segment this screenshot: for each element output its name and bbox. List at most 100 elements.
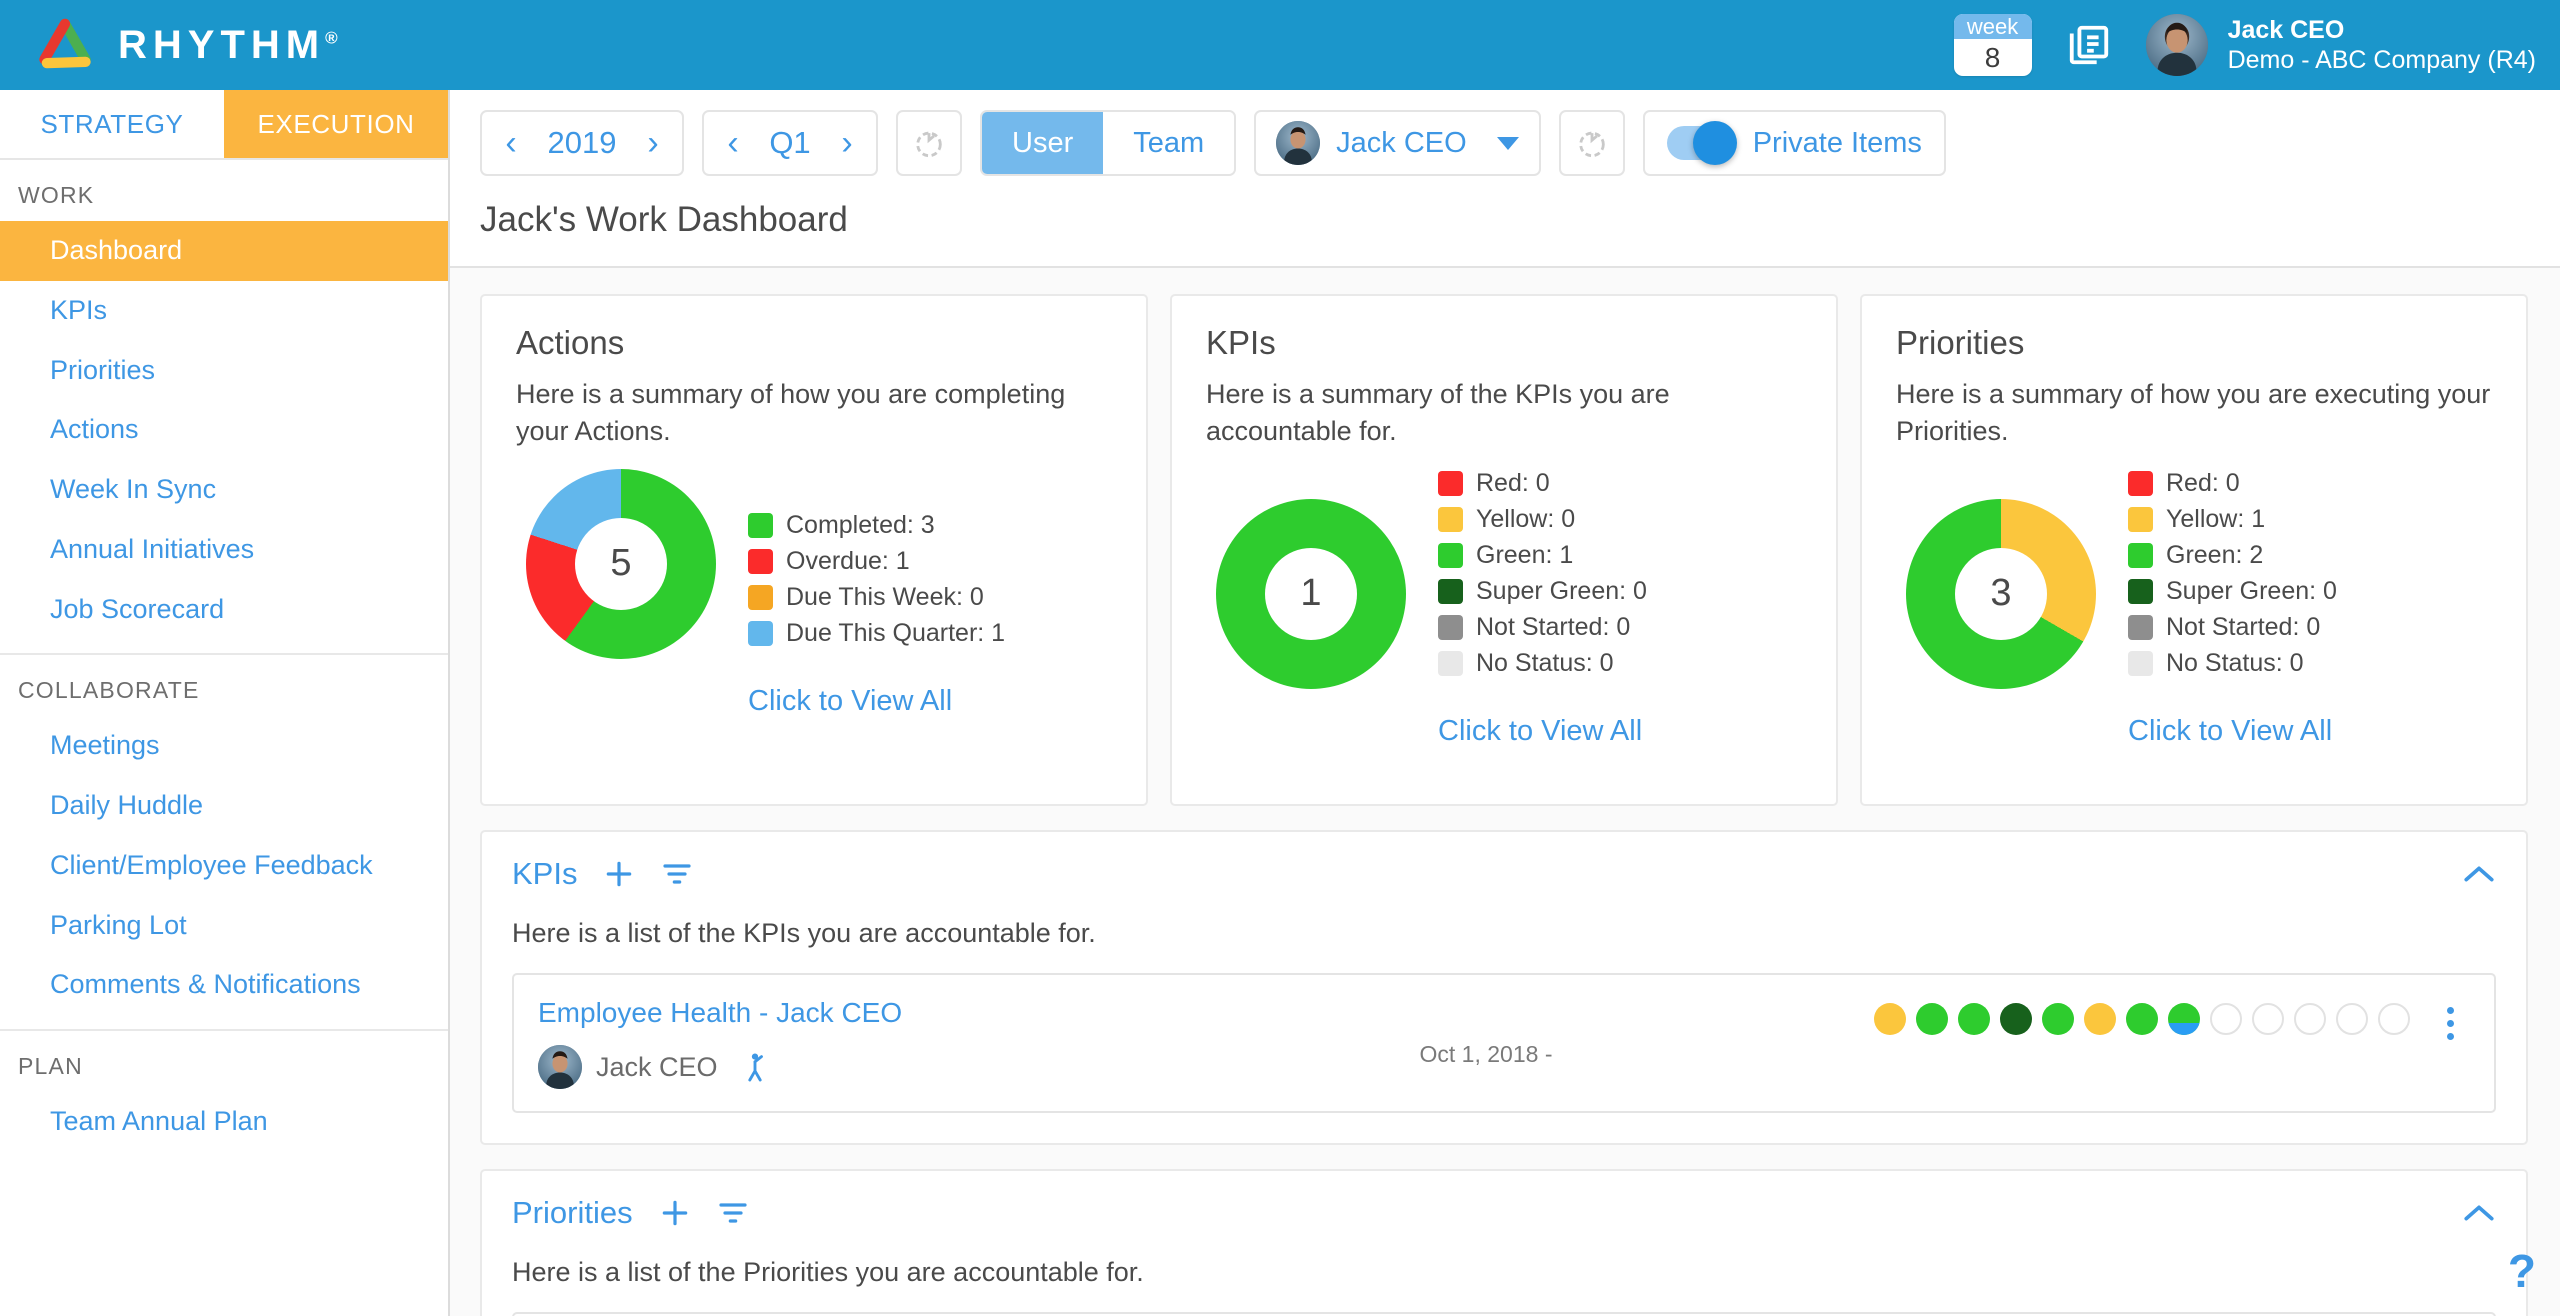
year-prev-chevron-left-icon[interactable]: ‹: [500, 126, 522, 160]
sidebar-item-client-employee-feedback[interactable]: Client/Employee Feedback: [0, 836, 448, 896]
quarter-stepper[interactable]: ‹ Q1 ›: [702, 110, 878, 176]
sidebar-item-week-in-sync[interactable]: Week In Sync: [0, 460, 448, 520]
status-dot-yellow[interactable]: [2084, 1003, 2116, 1035]
priorities-legend: Red: 0 Yellow: 1 Green: 2 Super Green: 0…: [2106, 469, 2492, 689]
status-dot-empty[interactable]: [2336, 1003, 2368, 1035]
sidebar-item-priorities[interactable]: Priorities: [0, 341, 448, 401]
sidebar-item-annual-initiatives[interactable]: Annual Initiatives: [0, 520, 448, 580]
priorities-summary-card: Priorities Here is a summary of how you …: [1860, 294, 2528, 806]
quarter-prev-chevron-left-icon[interactable]: ‹: [722, 126, 744, 160]
status-dot-empty[interactable]: [2252, 1003, 2284, 1035]
sidebar-item-comments-notifications[interactable]: Comments & Notifications: [0, 955, 448, 1015]
filter-icon[interactable]: [717, 1199, 749, 1227]
help-icon[interactable]: ?: [2508, 1248, 2536, 1294]
filter-icon[interactable]: [661, 860, 693, 888]
year-next-chevron-right-icon[interactable]: ›: [642, 126, 664, 160]
actions-summary-card: Actions Here is a summary of how you are…: [480, 294, 1148, 806]
legend-swatch-super-green: [1438, 578, 1463, 604]
priorities-card-body: 3 Red: 0 Yellow: 1 Green: 2 Super Green:…: [1896, 469, 2492, 689]
user-menu[interactable]: Jack CEO Demo - ABC Company (R4): [2145, 14, 2536, 76]
main-area: ‹ 2019 › ‹ Q1 › User Team Jack CEO Priva…: [450, 90, 2560, 1316]
priorities-panel-title[interactable]: Priorities: [512, 1195, 633, 1231]
week-badge[interactable]: week 8: [1953, 14, 2032, 76]
status-dot-empty[interactable]: [2210, 1003, 2242, 1035]
legend-swatch-red: [1438, 470, 1463, 496]
status-dot-yellow[interactable]: [1874, 1003, 1906, 1035]
person-rollup-icon[interactable]: [742, 1051, 768, 1083]
chevron-up-icon[interactable]: [2462, 863, 2496, 885]
refresh-button-secondary[interactable]: [1558, 110, 1625, 176]
priorities-view-all-link[interactable]: Click to View All: [2128, 715, 2332, 748]
kpi-list-item[interactable]: Employee Health - Jack CEO Jack CEO Oct …: [512, 973, 2496, 1113]
legend-label-not-started: Not Started: 0: [2166, 612, 2321, 641]
priorities-card-footer: Click to View All: [1896, 689, 2492, 748]
status-dot-green-current[interactable]: [2168, 1003, 2200, 1035]
priorities-donut-wrap: 3: [1896, 498, 2106, 689]
plus-icon[interactable]: [603, 858, 635, 890]
chevron-up-icon[interactable]: [2462, 1202, 2496, 1224]
refresh-button[interactable]: [896, 110, 962, 176]
avatar-image: [538, 1045, 582, 1089]
priority-list-item[interactable]: [512, 1312, 2496, 1316]
chevron-down-icon[interactable]: [1496, 136, 1519, 150]
actions-donut-chart[interactable]: 5: [526, 468, 716, 659]
brand-logo[interactable]: RHYTHM®: [0, 16, 338, 74]
kpis-list-panel: KPIs Here is a list of the KPIs you are …: [480, 830, 2528, 1145]
legend-swatch-super-green: [2128, 578, 2153, 604]
sidebar-item-meetings[interactable]: Meetings: [0, 716, 448, 776]
legend-swatch-no-status: [2128, 650, 2153, 676]
summary-cards: Actions Here is a summary of how you are…: [480, 294, 2528, 806]
private-items-label: Private Items: [1752, 126, 1922, 159]
year-stepper[interactable]: ‹ 2019 ›: [480, 110, 684, 176]
sidebar-item-parking-lot[interactable]: Parking Lot: [0, 896, 448, 956]
legend-label-completed: Completed: 3: [786, 510, 935, 539]
private-items-switch[interactable]: [1666, 121, 1737, 165]
sidebar-item-job-scorecard[interactable]: Job Scorecard: [0, 580, 448, 640]
legend-label-yellow: Yellow: 1: [2166, 504, 2266, 533]
status-dot-green[interactable]: [2126, 1003, 2158, 1035]
sidebar-heading-collaborate: COLLABORATE: [18, 677, 200, 704]
scope-user-button[interactable]: User: [982, 112, 1104, 174]
avatar: [538, 1045, 582, 1089]
week-badge-number: 8: [1984, 42, 2001, 73]
status-dot-green[interactable]: [2042, 1003, 2074, 1035]
quarter-next-chevron-right-icon[interactable]: ›: [836, 126, 858, 160]
legend-item: Not Started: 0: [1438, 613, 1802, 642]
avatar-image: [1276, 121, 1321, 165]
sidebar-group-plan: PLAN Team Annual Plan: [0, 1029, 448, 1152]
tab-execution[interactable]: EXECUTION: [224, 90, 448, 158]
status-dot-empty[interactable]: [2378, 1003, 2410, 1035]
legend-swatch-green: [2128, 542, 2153, 568]
kpis-panel-title[interactable]: KPIs: [512, 856, 577, 892]
status-dot-empty[interactable]: [2294, 1003, 2326, 1035]
legend-label-no-status: No Status: 0: [2166, 648, 2304, 677]
sidebar-item-dashboard[interactable]: Dashboard: [0, 221, 448, 281]
kpi-item-title[interactable]: Employee Health - Jack CEO: [538, 997, 1098, 1029]
kpis-view-all-link[interactable]: Click to View All: [1438, 715, 1642, 748]
kpi-status-dots: [1874, 1003, 2410, 1035]
kebab-menu-icon[interactable]: [2432, 1003, 2468, 1040]
documents-icon[interactable]: [2066, 22, 2112, 68]
status-dot-super-green[interactable]: [2000, 1003, 2032, 1035]
status-dot-green[interactable]: [1958, 1003, 1990, 1035]
sidebar-item-kpis[interactable]: KPIs: [0, 281, 448, 341]
status-dot-green[interactable]: [1916, 1003, 1948, 1035]
sidebar-item-actions[interactable]: Actions: [0, 400, 448, 460]
plus-icon[interactable]: [659, 1197, 691, 1229]
legend-item: Green: 1: [1438, 541, 1802, 570]
legend-item: Due This Week: 0: [748, 583, 1112, 612]
tab-strategy[interactable]: STRATEGY: [0, 90, 224, 158]
sidebar-item-team-annual-plan[interactable]: Team Annual Plan: [0, 1092, 448, 1152]
scope-team-button[interactable]: Team: [1103, 112, 1235, 174]
toolbar: ‹ 2019 › ‹ Q1 › User Team Jack CEO Priva…: [450, 90, 2560, 196]
actions-view-all-link[interactable]: Click to View All: [748, 685, 952, 718]
private-items-toggle[interactable]: Private Items: [1642, 110, 1946, 176]
legend-item: Super Green: 0: [1438, 577, 1802, 606]
kpis-donut-chart[interactable]: 1: [1216, 498, 1406, 689]
legend-swatch-due-this-week: [748, 584, 773, 610]
priorities-donut-chart[interactable]: 3: [1906, 498, 2096, 689]
actions-donut-wrap: 5: [516, 468, 726, 659]
user-filter-dropdown[interactable]: Jack CEO: [1254, 110, 1541, 176]
scope-segments: User Team: [982, 112, 1235, 174]
sidebar-item-daily-huddle[interactable]: Daily Huddle: [0, 776, 448, 836]
